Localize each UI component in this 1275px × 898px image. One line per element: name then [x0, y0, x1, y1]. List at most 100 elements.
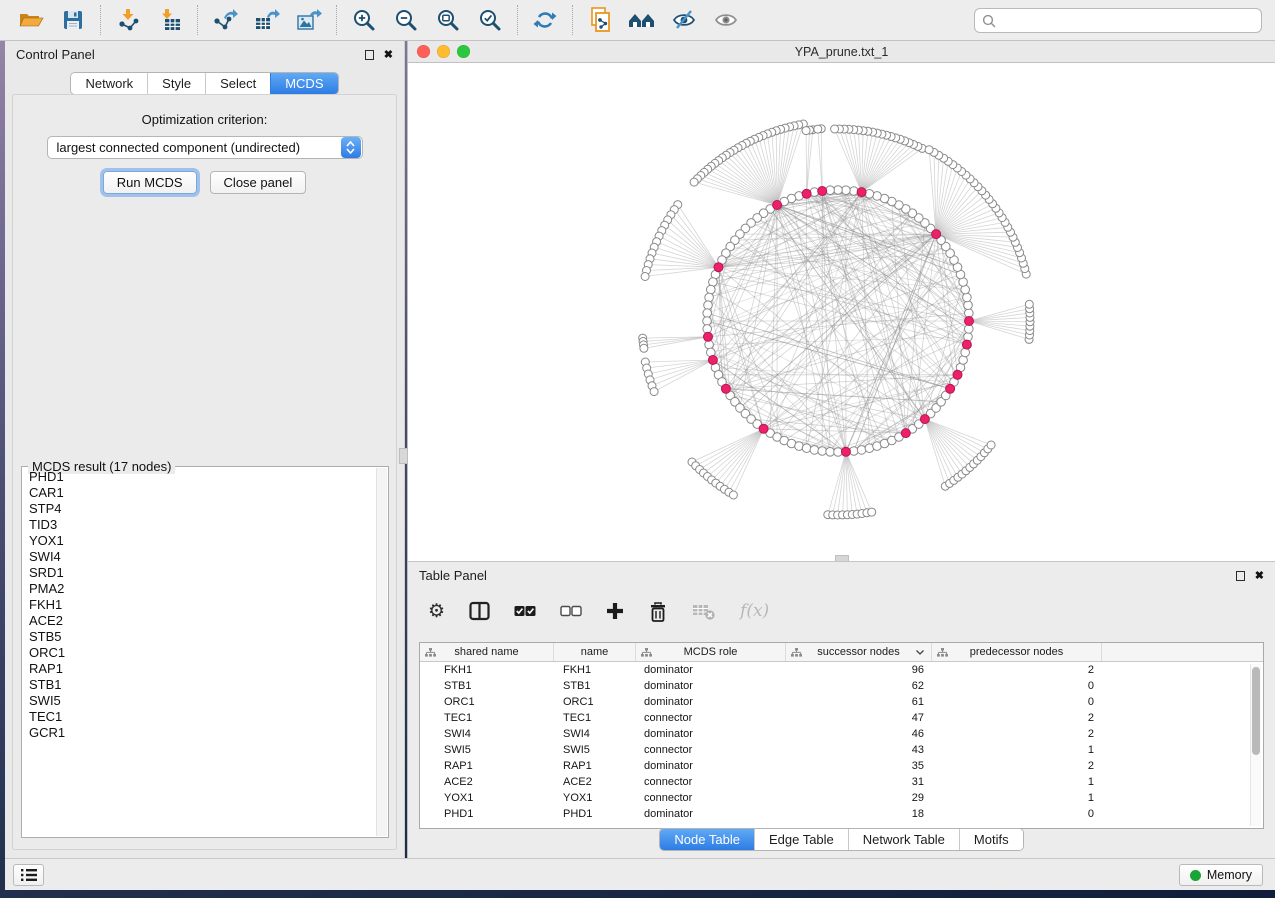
table-cell[interactable]: SWI5 [554, 744, 636, 756]
mcds-network-node[interactable] [818, 187, 827, 196]
table-cell[interactable]: 0 [932, 808, 1102, 820]
window-minimize-light[interactable] [437, 45, 450, 58]
mcds-result-item[interactable]: GCR1 [29, 725, 375, 741]
network-node[interactable] [1025, 300, 1033, 308]
mcds-result-item[interactable]: STB5 [29, 629, 375, 645]
close-panel-icon[interactable]: ✖ [384, 50, 393, 60]
mcds-network-node[interactable] [920, 415, 929, 424]
table-cell[interactable]: dominator [636, 680, 786, 692]
table-cell[interactable]: connector [636, 744, 786, 756]
export-network-icon[interactable] [211, 5, 239, 35]
mcds-network-node[interactable] [962, 340, 971, 349]
table-cell[interactable]: dominator [636, 760, 786, 772]
table-cell[interactable]: RAP1 [554, 760, 636, 772]
table-row[interactable]: ACE2ACE2connector311 [420, 774, 1263, 790]
table-cell[interactable]: 1 [932, 792, 1102, 804]
search-input[interactable] [1001, 13, 1254, 28]
table-cell[interactable]: 1 [932, 776, 1102, 788]
network-node[interactable] [690, 178, 698, 186]
table-cell[interactable]: STB1 [420, 680, 554, 692]
table-cell[interactable]: 0 [932, 696, 1102, 708]
mcds-result-item[interactable]: YOX1 [29, 533, 375, 549]
network-node[interactable] [810, 446, 819, 455]
table-cell[interactable]: dominator [636, 808, 786, 820]
mcds-network-node[interactable] [932, 230, 941, 239]
tab-network-table[interactable]: Network Table [848, 829, 959, 850]
mcds-network-node[interactable] [759, 424, 768, 433]
import-network-icon[interactable] [114, 5, 142, 35]
tab-edge-table[interactable]: Edge Table [754, 829, 848, 850]
mcds-result-item[interactable]: FKH1 [29, 597, 375, 613]
mcds-network-node[interactable] [721, 384, 730, 393]
mcds-result-item[interactable]: ACE2 [29, 613, 375, 629]
table-cell[interactable]: ORC1 [554, 696, 636, 708]
network-node[interactable] [987, 441, 995, 449]
table-cell[interactable]: YOX1 [554, 792, 636, 804]
column-header-successor-nodes[interactable]: successor nodes [786, 643, 932, 661]
memory-button[interactable]: Memory [1179, 864, 1263, 886]
mcds-result-item[interactable]: SWI4 [29, 549, 375, 565]
network-node[interactable] [868, 508, 876, 516]
network-node[interactable] [964, 301, 973, 310]
hide-selected-icon[interactable] [670, 5, 698, 35]
network-node[interactable] [842, 186, 851, 195]
network-node[interactable] [707, 285, 716, 294]
add-row-icon[interactable] [606, 602, 624, 620]
table-cell[interactable]: 2 [932, 760, 1102, 772]
network-node[interactable] [650, 388, 658, 396]
table-cell[interactable]: TEC1 [554, 712, 636, 724]
zoom-fit-icon[interactable] [434, 5, 462, 35]
show-columns-icon[interactable] [469, 601, 490, 621]
tab-select[interactable]: Select [205, 73, 270, 94]
table-cell[interactable]: 18 [786, 808, 932, 820]
delete-table-icon[interactable] [692, 601, 716, 621]
table-row[interactable]: STB1STB1dominator620 [420, 678, 1263, 694]
table-cell[interactable]: YOX1 [420, 792, 554, 804]
table-cell[interactable]: 47 [786, 712, 932, 724]
table-cell[interactable]: ORC1 [420, 696, 554, 708]
table-cell[interactable]: FKH1 [420, 664, 554, 676]
mcds-result-item[interactable]: PMA2 [29, 581, 375, 597]
network-node[interactable] [814, 125, 822, 133]
table-cell[interactable]: ACE2 [420, 776, 554, 788]
optimization-select[interactable]: largest connected component (undirected) [47, 136, 363, 159]
network-graph[interactable] [408, 63, 1275, 560]
select-all-icon[interactable] [514, 605, 536, 617]
table-cell[interactable]: 62 [786, 680, 932, 692]
network-node[interactable] [729, 491, 737, 499]
column-header-predecessor-nodes[interactable]: predecessor nodes [932, 643, 1102, 661]
tab-node-table[interactable]: Node Table [660, 829, 754, 850]
mcds-result-item[interactable]: TID3 [29, 517, 375, 533]
mcds-network-node[interactable] [946, 384, 955, 393]
run-mcds-button[interactable]: Run MCDS [103, 171, 197, 194]
table-row[interactable]: PHD1PHD1dominator180 [420, 806, 1263, 822]
table-row[interactable]: SWI4SWI4dominator462 [420, 726, 1263, 742]
table-cell[interactable]: RAP1 [420, 760, 554, 772]
table-cell[interactable]: 29 [786, 792, 932, 804]
network-node[interactable] [925, 146, 933, 154]
network-node[interactable] [802, 127, 810, 135]
mcds-result-item[interactable]: SWI5 [29, 693, 375, 709]
network-node[interactable] [703, 317, 712, 326]
close-table-panel-icon[interactable]: ✖ [1255, 571, 1264, 581]
table-row[interactable]: SWI5SWI5connector431 [420, 742, 1263, 758]
float-table-panel-icon[interactable] [1236, 571, 1245, 581]
table-row[interactable]: RAP1RAP1dominator352 [420, 758, 1263, 774]
close-panel-button[interactable]: Close panel [210, 171, 307, 194]
export-table-icon[interactable] [253, 5, 281, 35]
table-cell[interactable]: 1 [932, 744, 1102, 756]
new-network-from-selection-icon[interactable] [586, 5, 614, 35]
network-node[interactable] [831, 125, 839, 133]
table-cell[interactable]: connector [636, 792, 786, 804]
show-all-icon[interactable] [712, 5, 740, 35]
zoom-selected-icon[interactable] [476, 5, 504, 35]
deselect-all-icon[interactable] [560, 605, 582, 617]
delete-rows-icon[interactable] [648, 601, 668, 622]
tab-style[interactable]: Style [147, 73, 205, 94]
column-header-name[interactable]: name [554, 643, 636, 661]
table-cell[interactable]: connector [636, 712, 786, 724]
table-cell[interactable]: TEC1 [420, 712, 554, 724]
table-cell[interactable]: 96 [786, 664, 932, 676]
network-node[interactable] [857, 446, 866, 455]
import-table-icon[interactable] [156, 5, 184, 35]
